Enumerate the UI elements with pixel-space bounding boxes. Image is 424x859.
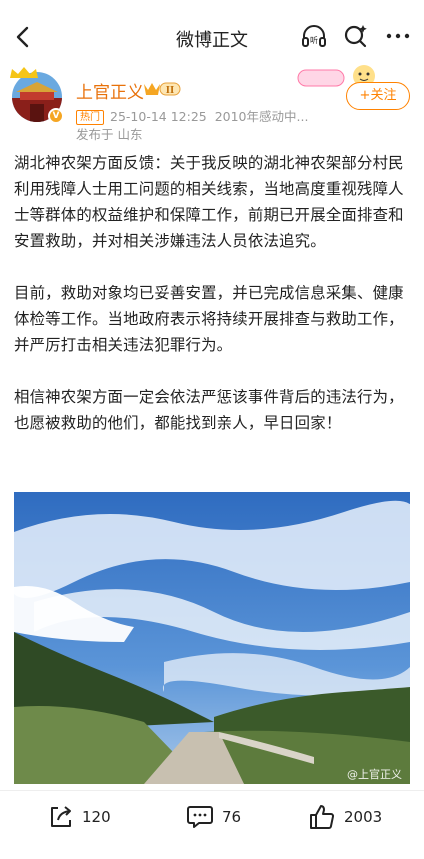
hot-tag: 热门 — [76, 110, 104, 125]
repost-count: 120 — [82, 808, 111, 826]
image-watermark: @上官正义 — [347, 767, 402, 781]
author-header: V 上官正义 II 热门 25-10-14 12:25 2010年感动中... 发… — [0, 64, 424, 144]
svg-text:听: 听 — [310, 36, 318, 45]
author-name[interactable]: 上官正义 — [76, 78, 144, 103]
search-icon[interactable] — [342, 22, 370, 50]
comment-count: 76 — [222, 808, 242, 826]
comment-button[interactable]: 76 — [186, 803, 241, 831]
crown-icon — [10, 67, 38, 78]
repost-icon — [51, 806, 71, 827]
level-badge-icon: II — [144, 82, 181, 96]
post-image[interactable]: @上官正义 — [14, 492, 410, 784]
listen-icon[interactable]: 听 — [300, 22, 328, 50]
like-count: 2003 — [344, 808, 383, 826]
action-bar: 120 76 2003 — [0, 790, 424, 859]
post-content: 湖北神农架方面反馈：关于我反映的湖北神农架部分村民利用残障人士用工问题的相关线索… — [14, 150, 412, 462]
post-paragraph: 目前，救助对象均已妥善安置，并已完成信息采集、健康体检等工作。当地政府表示将持续… — [14, 284, 404, 354]
post-meta: 热门 25-10-14 12:25 2010年感动中... — [76, 106, 308, 125]
verified-badge-icon: V — [48, 108, 64, 124]
follow-button[interactable]: +关注 — [346, 82, 410, 110]
like-button[interactable]: 2003 — [308, 803, 382, 831]
post-paragraph: 相信神农架方面一定会依法严惩该事件背后的违法行为，也愿被救助的他们，都能找到亲人… — [14, 388, 404, 432]
post-paragraph: 湖北神农架方面反馈：关于我反映的湖北神农架部分村民利用残障人士用工问题的相关线索… — [14, 154, 404, 250]
comment-icon — [187, 806, 213, 828]
level-text: II — [166, 86, 174, 96]
source: 2010年感动中... — [214, 109, 309, 124]
repost-button[interactable]: 120 — [48, 803, 111, 831]
thumbs-up-icon — [310, 805, 335, 829]
location: 发布于 山东 — [76, 127, 143, 142]
more-icon[interactable] — [384, 22, 412, 50]
timestamp: 25-10-14 12:25 — [110, 109, 207, 124]
